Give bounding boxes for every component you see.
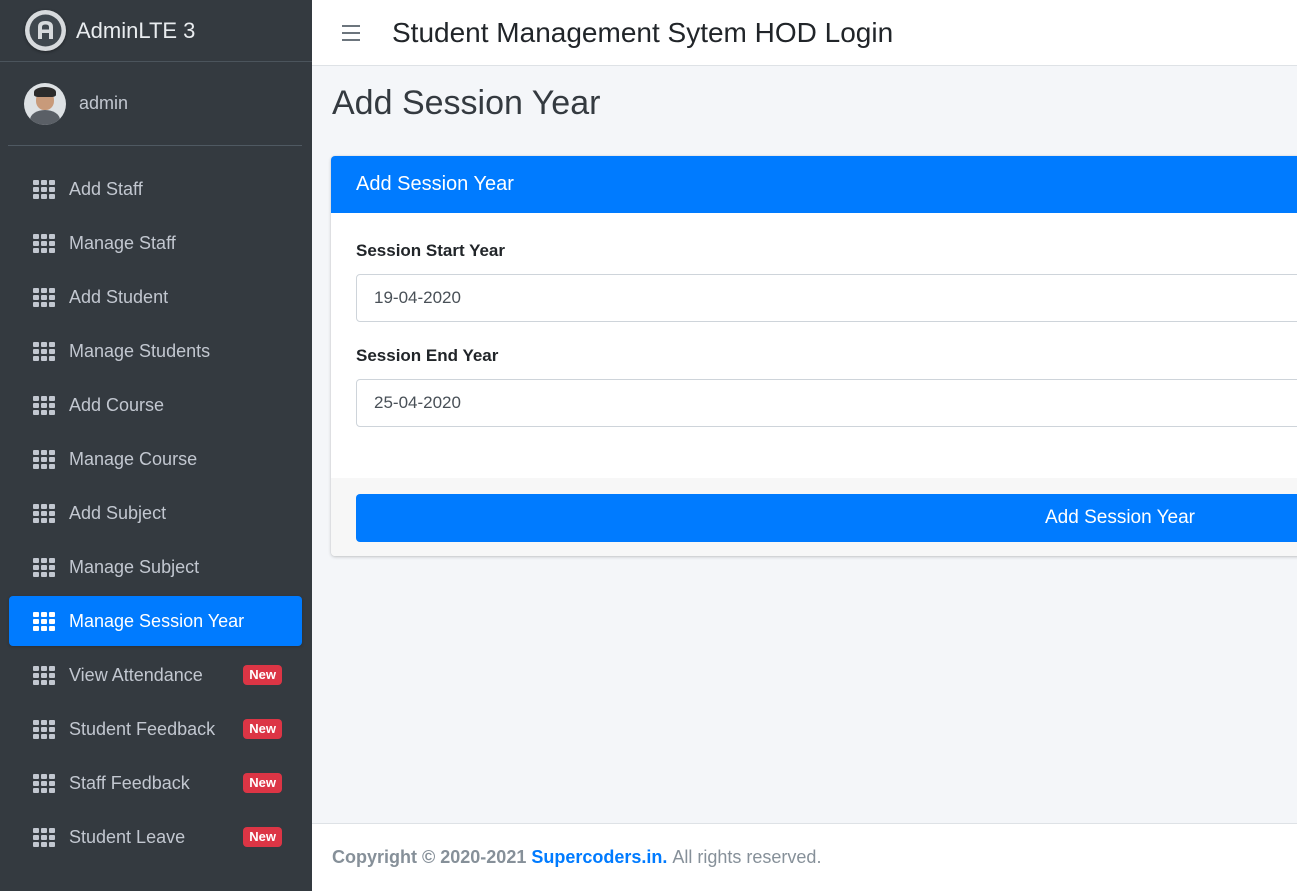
sidebar-item-label: Manage Session Year [69, 610, 245, 631]
sidebar-item-label: Add Staff [69, 178, 143, 199]
brand-link[interactable]: AdminLTE 3 [0, 0, 312, 62]
adminlte-logo-icon [25, 10, 66, 51]
sidebar-item-staff-feedback[interactable]: Staff Feedback New [9, 758, 302, 808]
sidebar-item-manage-course[interactable]: Manage Course [9, 434, 302, 484]
th-grid-icon [33, 666, 55, 685]
user-panel[interactable]: admin [8, 62, 302, 146]
th-grid-icon [33, 774, 55, 793]
sidebar-item-label: Add Student [69, 286, 169, 307]
page-title: Add Session Year [332, 84, 601, 122]
session-end-input[interactable] [356, 379, 1297, 427]
sidebar-item-add-staff[interactable]: Add Staff [9, 164, 302, 214]
th-grid-icon [33, 342, 55, 361]
th-grid-icon [33, 504, 55, 523]
card-title: Add Session Year [356, 173, 514, 195]
user-avatar [24, 82, 66, 125]
sidebar-item-label: Manage Students [69, 340, 211, 361]
sidebar-item-student-leave[interactable]: Student Leave New [9, 812, 302, 862]
add-session-year-button[interactable]: Add Session Year [356, 494, 1297, 542]
sidebar-item-add-student[interactable]: Add Student [9, 272, 302, 322]
session-end-label: Session End Year [356, 346, 499, 365]
sidebar-item-label: Add Subject [69, 502, 167, 523]
th-grid-icon [33, 180, 55, 199]
card-footer: Add Session Year [331, 478, 1297, 556]
sidebar-item-view-attendance[interactable]: View Attendance New [9, 650, 302, 700]
main-sidebar: AdminLTE 3 admin Add Staff Manage Staff Ad… [0, 0, 312, 891]
th-grid-icon [33, 234, 55, 253]
session-start-input[interactable] [356, 274, 1297, 322]
copyright-text: Copyright © 2020-2021 [332, 847, 527, 867]
rights-text: All rights reserved. [672, 847, 822, 867]
card-body: Session Start Year Session End Year [331, 213, 1297, 478]
top-navbar: Student Management Sytem HOD Login [312, 0, 1297, 66]
session-start-label: Session Start Year [356, 241, 505, 260]
user-name[interactable]: admin [79, 93, 128, 114]
sidebar-item-add-subject[interactable]: Add Subject [9, 488, 302, 538]
sidebar-nav: Add Staff Manage Staff Add Student Manage S… [0, 146, 312, 862]
sidebar-item-manage-session-year[interactable]: Manage Session Year [9, 596, 302, 646]
supercoders-link[interactable]: Supercoders.in. [531, 847, 667, 868]
th-grid-icon [33, 450, 55, 469]
sidebar-item-label: Staff Feedback [69, 772, 190, 793]
sidebar-item-manage-staff[interactable]: Manage Staff [9, 218, 302, 268]
new-badge: New [243, 665, 282, 685]
sidebar-item-add-course[interactable]: Add Course [9, 380, 302, 430]
th-grid-icon [33, 828, 55, 847]
brand-text: AdminLTE 3 [76, 17, 196, 43]
session-year-card: Add Session Year Session Start Year Sess… [331, 156, 1297, 556]
sidebar-item-label: Manage Staff [69, 232, 176, 253]
th-grid-icon [33, 720, 55, 739]
sidebar-item-label: View Attendance [69, 664, 203, 685]
sidebar-item-manage-students[interactable]: Manage Students [9, 326, 302, 376]
sidebar-item-student-feedback[interactable]: Student Feedback New [9, 704, 302, 754]
new-badge: New [243, 827, 282, 847]
sidebar-item-label: Add Course [69, 394, 165, 415]
sidebar-item-label: Student Leave [69, 826, 186, 847]
sidebar-item-label: Manage Subject [69, 556, 200, 577]
sidebar-item-label: Manage Course [69, 448, 198, 469]
th-grid-icon [33, 396, 55, 415]
app-title: Student Management Sytem HOD Login [392, 16, 894, 48]
main-footer: Copyright © 2020-2021 Supercoders.in. Al… [312, 823, 1297, 891]
hamburger-icon[interactable] [342, 24, 360, 41]
th-grid-icon [33, 558, 55, 577]
new-badge: New [243, 719, 282, 739]
sidebar-item-manage-subject[interactable]: Manage Subject [9, 542, 302, 592]
card-header: Add Session Year [331, 156, 1297, 213]
new-badge: New [243, 773, 282, 793]
sidebar-item-label: Student Feedback [69, 718, 216, 739]
add-session-year-button-label: Add Session Year [1045, 507, 1196, 528]
th-grid-icon [33, 288, 55, 307]
th-grid-icon [33, 612, 55, 631]
